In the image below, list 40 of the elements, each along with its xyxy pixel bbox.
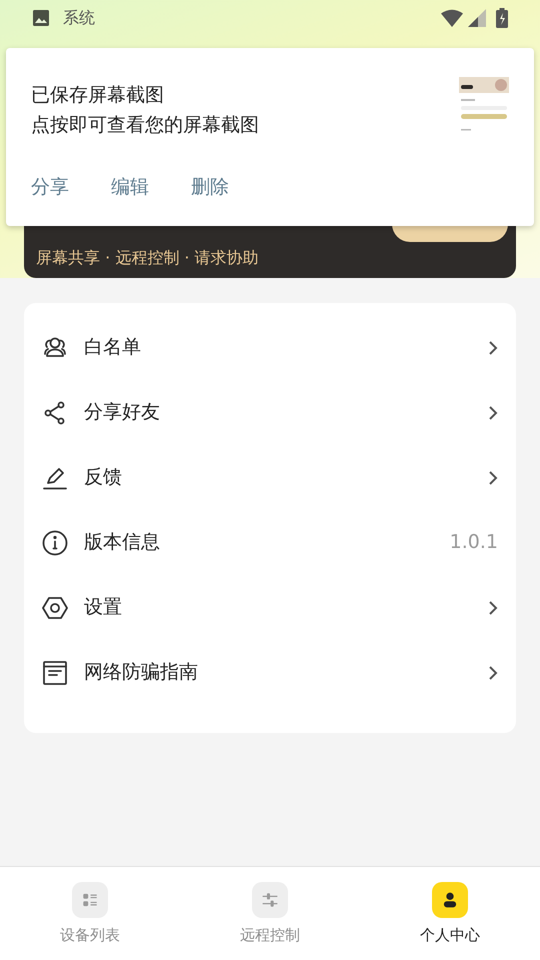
menu-label: 版本信息 (84, 530, 160, 556)
sliders-icon (252, 882, 288, 918)
nav-label: 个人中心 (420, 925, 480, 946)
notification-action[interactable]: 编辑 (111, 173, 149, 202)
version-number: 1.0.1 (450, 530, 498, 556)
chevron-icon (488, 470, 498, 486)
signal-icon (468, 9, 486, 27)
menu-item[interactable]: 网络防骗指南 (24, 640, 516, 705)
nav-label: 远程控制 (240, 925, 300, 946)
nav-tab[interactable]: 个人中心 (360, 867, 540, 960)
menu-item[interactable]: 设置 (24, 575, 516, 640)
chevron-icon (488, 404, 498, 420)
app-name: 系统 (63, 7, 95, 29)
settings-icon (42, 594, 68, 620)
menu-label: 设置 (84, 595, 122, 620)
notification-card[interactable]: 已保存屏幕截图 点按即可查看您的屏幕截图 分享 编辑 删除 (6, 48, 534, 226)
notification-title: 已保存屏幕截图 (31, 83, 165, 108)
menu-item[interactable]: 版本信息 1.0.1 (24, 510, 516, 575)
menu-label: 网络防骗指南 (84, 660, 198, 686)
menu-item[interactable]: 反馈 (24, 445, 516, 510)
notification-body: 点按即可查看您的屏幕截图 (31, 113, 259, 138)
menu-item[interactable]: 白名单 (24, 315, 516, 380)
chevron-icon (488, 340, 498, 356)
menu-item[interactable]: 分享好友 (24, 380, 516, 445)
chevron-icon (488, 600, 498, 616)
battery-icon (496, 8, 508, 28)
banner-features: 屏幕共享 · 远程控制 · 请求协助 (36, 247, 260, 269)
info-icon (42, 530, 68, 556)
menu-label: 白名单 (84, 335, 141, 360)
notification-action[interactable]: 分享 (31, 173, 69, 202)
image-icon (32, 9, 50, 27)
document-icon (42, 660, 68, 686)
notification-action[interactable]: 删除 (191, 173, 229, 202)
menu-label: 反馈 (84, 465, 122, 490)
person-icon (432, 882, 468, 918)
list-icon (72, 882, 108, 918)
wifi-icon (441, 9, 463, 27)
menu-label: 分享好友 (84, 400, 160, 426)
nav-label: 设备列表 (60, 925, 120, 946)
chevron-icon (488, 664, 498, 680)
